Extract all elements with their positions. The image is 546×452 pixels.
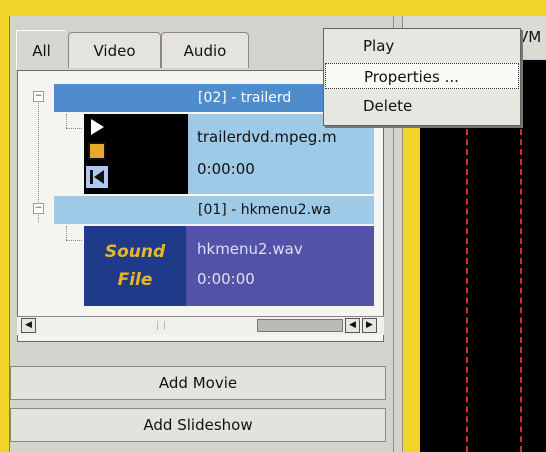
add-movie-label: Add Movie (158, 374, 238, 392)
menu-item-properties[interactable]: Properties ... (325, 63, 519, 89)
tab-audio[interactable]: Audio (161, 32, 249, 68)
item-duration: 0:00:00 (197, 160, 255, 178)
scroll-left-icon[interactable]: ◀ (345, 318, 360, 333)
right-panel-title: VM (518, 28, 542, 46)
group-header-label: [02] - trailerd (198, 90, 292, 106)
tree-line (66, 226, 67, 240)
tree-line (66, 114, 67, 128)
group-header-label: [01] - hkmenu2.wa (198, 202, 332, 218)
tab-video-label: Video (93, 41, 136, 60)
rewind-icon[interactable] (86, 166, 108, 188)
scrollbar-thumb[interactable] (257, 319, 343, 332)
sound-thumb-line2: File (117, 270, 153, 290)
tab-audio-label: Audio (183, 41, 227, 60)
add-slideshow-button[interactable]: Add Slideshow (10, 408, 386, 442)
scroll-right-icon[interactable]: ▶ (362, 318, 377, 333)
sound-file-thumbnail: Sound File (84, 226, 186, 306)
item-name: hkmenu2.wav (197, 240, 303, 258)
collapse-icon[interactable]: − (33, 91, 44, 102)
add-slideshow-label: Add Slideshow (143, 416, 253, 434)
menu-item-play[interactable]: Play (325, 33, 519, 59)
tree-line (66, 240, 82, 241)
group-header[interactable]: [01] - hkmenu2.wa (54, 196, 374, 224)
tab-video[interactable]: Video (68, 32, 161, 68)
grip-icon (157, 321, 165, 330)
tree-line (66, 128, 82, 129)
left-edge (0, 14, 9, 452)
tab-all[interactable]: All (16, 30, 66, 70)
play-icon[interactable] (86, 116, 108, 138)
tab-all-label: All (32, 41, 51, 60)
context-menu: Play Properties ... Delete (323, 28, 521, 126)
sound-thumb-line1: Sound (104, 242, 166, 262)
app-window: All Video Audio − − [02] - trailerd trai… (0, 0, 546, 452)
horizontal-scrollbar[interactable]: ◀ ◀ ▶ (17, 316, 384, 335)
add-movie-button[interactable]: Add Movie (10, 366, 386, 400)
menu-item-delete[interactable]: Delete (325, 93, 519, 119)
collapse-icon[interactable]: − (33, 203, 44, 214)
item-name: trailerdvd.mpeg.m (197, 128, 337, 146)
item-duration: 0:00:00 (197, 270, 255, 288)
stop-icon[interactable] (86, 140, 108, 162)
scroll-left-icon[interactable]: ◀ (21, 318, 36, 333)
